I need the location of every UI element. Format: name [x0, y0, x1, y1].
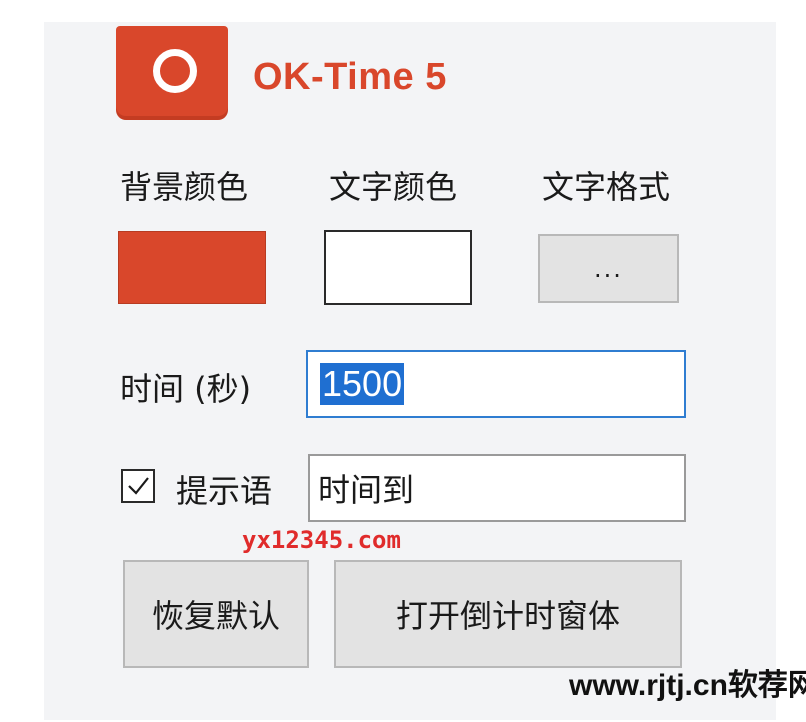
- checkmark-icon: [128, 477, 149, 495]
- ring-logo-icon: [153, 49, 197, 93]
- reset-defaults-button[interactable]: 恢复默认: [123, 560, 309, 668]
- background-color-label: 背景颜色: [120, 168, 249, 206]
- time-input-value: 1500: [320, 363, 405, 405]
- text-format-button[interactable]: ...: [538, 234, 679, 303]
- watermark-rjtj: www.rjtj.cn软荐网: [569, 669, 806, 702]
- prompt-label: 提示语: [176, 472, 273, 510]
- time-input[interactable]: 1500: [306, 350, 686, 418]
- prompt-checkbox[interactable]: [121, 469, 155, 503]
- app-title: OK-Time 5: [253, 56, 447, 98]
- prompt-input-value: 时间到: [318, 471, 415, 509]
- open-countdown-window-button[interactable]: 打开倒计时窗体: [334, 560, 682, 668]
- text-color-swatch[interactable]: [324, 230, 472, 305]
- text-color-label: 文字颜色: [329, 168, 458, 206]
- app-logo: [116, 26, 228, 116]
- text-format-label: 文字格式: [542, 168, 671, 206]
- prompt-input[interactable]: 时间到: [308, 454, 686, 522]
- background-color-swatch[interactable]: [118, 231, 266, 304]
- watermark-yx12345: yx12345.com: [242, 526, 401, 554]
- time-seconds-label: 时间 (秒): [120, 370, 252, 408]
